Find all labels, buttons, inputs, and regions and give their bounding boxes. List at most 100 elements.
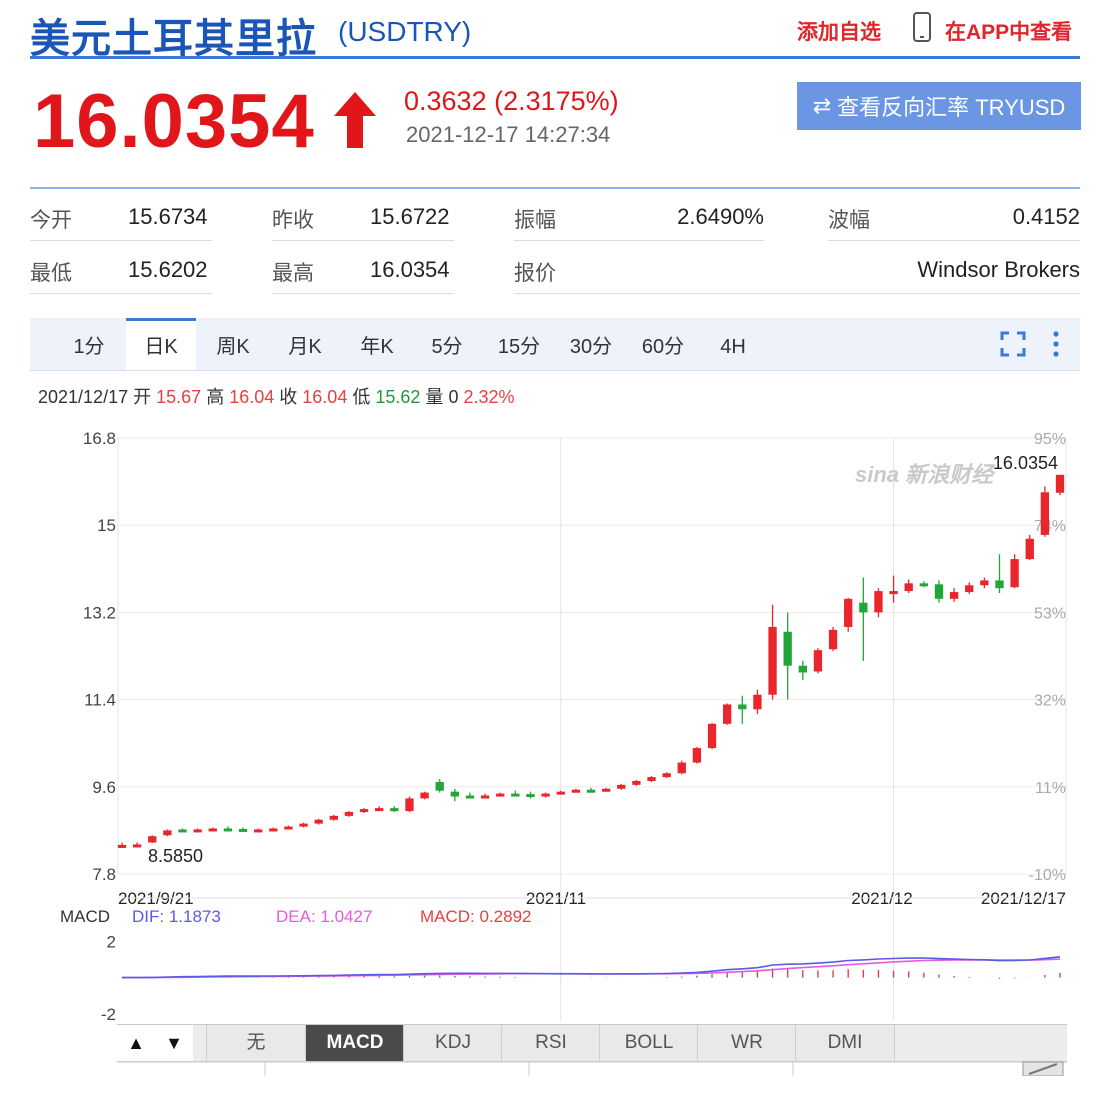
add-watchlist-link[interactable]: 添加自选 bbox=[797, 16, 881, 46]
candle-body bbox=[783, 631, 792, 666]
indicator-tab-bar: ▲ ▼ 无 MACD KDJ RSI BOLL WR DMI bbox=[117, 1024, 1067, 1062]
candle-body bbox=[556, 791, 565, 795]
candle-body bbox=[904, 583, 913, 592]
ohlc-pct: 2.32% bbox=[463, 387, 515, 407]
candle-body bbox=[526, 794, 535, 798]
candle-body bbox=[1055, 474, 1065, 493]
candle-body bbox=[965, 585, 974, 593]
candle-body bbox=[420, 792, 429, 799]
stat-value-amplitude: 2.6490% bbox=[677, 204, 764, 229]
tab-yearly[interactable]: 年K bbox=[342, 318, 412, 370]
y-right-tick-label: 74% bbox=[1034, 518, 1066, 535]
view-in-app-link[interactable]: 在APP中查看 bbox=[945, 16, 1072, 46]
indicator-tab-dmi[interactable]: DMI bbox=[795, 1025, 895, 1061]
indicator-tab-boll[interactable]: BOLL bbox=[599, 1025, 698, 1061]
candle-body bbox=[390, 808, 399, 812]
stat-divider bbox=[272, 293, 454, 294]
candle-body bbox=[148, 836, 157, 843]
reverse-rate-button[interactable]: ⇄ 查看反向汇率 TRYUSD bbox=[797, 82, 1081, 130]
tab-15min[interactable]: 15分 bbox=[482, 318, 556, 370]
tab-4h[interactable]: 4H bbox=[700, 318, 766, 370]
header-divider bbox=[30, 56, 1080, 59]
stat-divider bbox=[514, 293, 1080, 294]
macd-dea-line bbox=[122, 958, 1061, 979]
candlestick-chart[interactable]: 16.8 15 13.2 11.4 9.6 7.8 95% 74% 53% 32% 11% -10% 2… bbox=[0, 420, 1096, 1024]
stat-label-amplitude: 振幅 bbox=[514, 209, 556, 232]
candle-body bbox=[375, 808, 384, 812]
stat-value-range: 0.4152 bbox=[1012, 204, 1080, 229]
candle-body bbox=[450, 791, 459, 797]
watermark-logo: sina 新浪财经 bbox=[855, 462, 996, 487]
stat-value-low: 15.6202 bbox=[128, 257, 208, 282]
stat-label-low: 最低 bbox=[30, 262, 72, 285]
more-icon[interactable] bbox=[1051, 330, 1061, 358]
candle-body bbox=[1010, 559, 1019, 588]
ohlc-vol-label: 量 bbox=[425, 387, 444, 407]
candle-body bbox=[601, 788, 611, 792]
tab-30min[interactable]: 30分 bbox=[554, 318, 628, 370]
candle-body bbox=[254, 829, 263, 833]
y-right-tick-label: 32% bbox=[1034, 693, 1066, 710]
ohlc-open-label: 开 bbox=[133, 387, 152, 407]
chart-scrollbar[interactable] bbox=[117, 1060, 1067, 1076]
candle-body bbox=[798, 665, 807, 673]
ohlc-low-label: 低 bbox=[352, 387, 371, 407]
candle-body bbox=[329, 815, 338, 820]
quote-divider bbox=[30, 187, 1080, 189]
ohlc-high: 16.04 bbox=[229, 387, 275, 407]
indicator-tab-macd[interactable]: MACD bbox=[305, 1025, 404, 1061]
macd-title: MACD bbox=[60, 907, 110, 926]
indicator-tab-kdj[interactable]: KDJ bbox=[403, 1025, 502, 1061]
fullscreen-icon[interactable] bbox=[1000, 331, 1026, 357]
tab-weekly[interactable]: 周K bbox=[198, 318, 268, 370]
indicator-tab-none[interactable]: 无 bbox=[206, 1025, 305, 1061]
candle-body bbox=[223, 828, 233, 832]
candle-body bbox=[934, 584, 944, 599]
y-right-tick-label: 53% bbox=[1034, 605, 1066, 622]
candle-body bbox=[178, 829, 187, 833]
scroll-down-button[interactable]: ▼ bbox=[155, 1025, 193, 1061]
stat-label-quote-source: 报价 bbox=[514, 262, 556, 285]
candle-body bbox=[723, 704, 732, 724]
macd-y-tick-label: -2 bbox=[101, 1005, 116, 1024]
y-tick-label: 7.8 bbox=[92, 865, 116, 884]
candle-body bbox=[813, 650, 823, 672]
candle-body bbox=[117, 844, 127, 848]
tab-monthly[interactable]: 月K bbox=[270, 318, 340, 370]
indicator-tab-wr[interactable]: WR bbox=[697, 1025, 796, 1061]
stat-label-high: 最高 bbox=[272, 262, 314, 285]
ohlc-date: 2021/12/17 bbox=[38, 387, 129, 407]
tab-1min[interactable]: 1分 bbox=[54, 318, 124, 370]
candle-body bbox=[405, 798, 414, 812]
ohlc-high-label: 高 bbox=[206, 387, 225, 407]
phone-icon[interactable] bbox=[913, 12, 931, 42]
ohlc-low: 15.62 bbox=[375, 387, 421, 407]
stat-value-prev-close: 15.6722 bbox=[370, 204, 450, 229]
tab-daily[interactable]: 日K bbox=[126, 318, 196, 370]
stat-value-high: 16.0354 bbox=[370, 257, 450, 282]
candle-body bbox=[662, 773, 671, 778]
y-right-tick-label: 11% bbox=[1035, 780, 1066, 797]
ohlc-readout: 2021/12/17 开 15.67 高 16.04 收 16.04 低 15.… bbox=[38, 383, 515, 409]
tab-60min[interactable]: 60分 bbox=[626, 318, 700, 370]
candle-body bbox=[828, 629, 838, 650]
plot-area bbox=[117, 437, 1067, 875]
scroll-up-button[interactable]: ▲ bbox=[117, 1025, 155, 1061]
tab-5min[interactable]: 5分 bbox=[412, 318, 482, 370]
symbol-code: (USDTRY) bbox=[338, 16, 472, 47]
stat-label-open: 今开 bbox=[30, 209, 72, 232]
candle-body bbox=[511, 793, 520, 797]
candle-body bbox=[1025, 538, 1034, 560]
candle-body bbox=[738, 704, 747, 710]
candle-body bbox=[1040, 492, 1050, 535]
ohlc-vol: 0 bbox=[448, 387, 459, 407]
candle-body bbox=[859, 602, 868, 613]
stat-value-open: 15.6734 bbox=[128, 204, 208, 229]
candle-body bbox=[465, 795, 475, 799]
indicator-tab-rsi[interactable]: RSI bbox=[501, 1025, 600, 1061]
macd-dif-label: DIF: 1.1873 bbox=[132, 907, 221, 926]
candle-body bbox=[677, 762, 686, 774]
candle-body bbox=[163, 830, 172, 836]
candle-body bbox=[647, 777, 656, 781]
stat-divider bbox=[514, 240, 764, 241]
